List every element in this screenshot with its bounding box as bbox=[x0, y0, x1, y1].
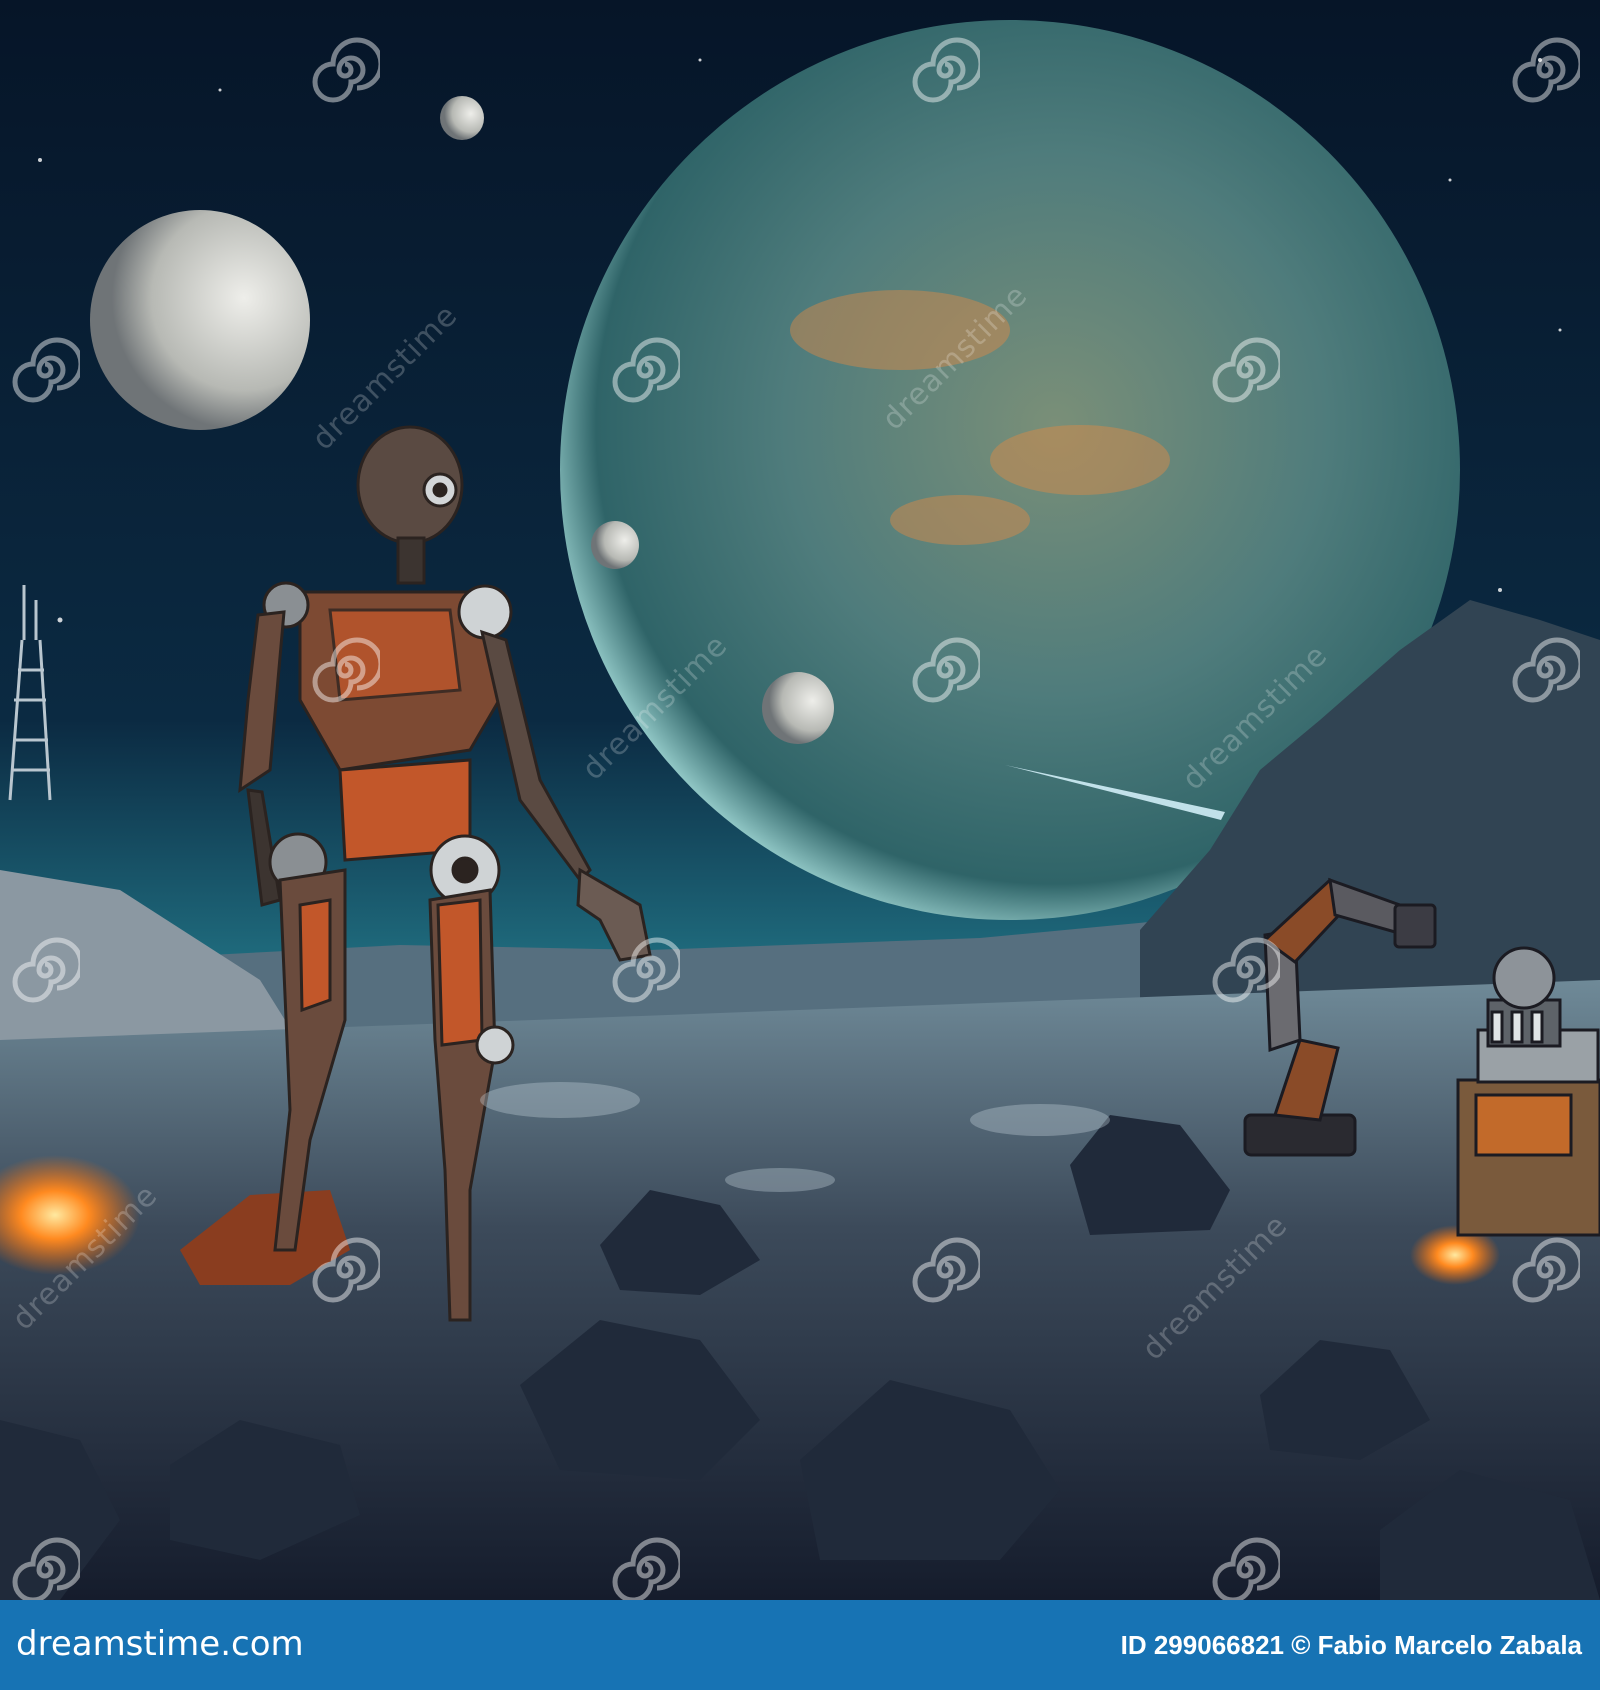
space-robot-scene: dreamstime dreamstime dreamstime dreamst… bbox=[0, 0, 1600, 1600]
large-moon bbox=[90, 210, 310, 430]
small-moon-top bbox=[440, 96, 484, 140]
stock-photo-footer: dreamstime.com ID 299066821 © Fabio Marc… bbox=[0, 1600, 1600, 1690]
site-brand: dreamstime.com bbox=[16, 1624, 304, 1664]
scene-illustration bbox=[0, 0, 1600, 1600]
small-moon-lower bbox=[762, 672, 834, 744]
small-moon-middle bbox=[591, 521, 639, 569]
image-credit: ID 299066821 © Fabio Marcelo Zabala bbox=[1120, 1630, 1582, 1660]
